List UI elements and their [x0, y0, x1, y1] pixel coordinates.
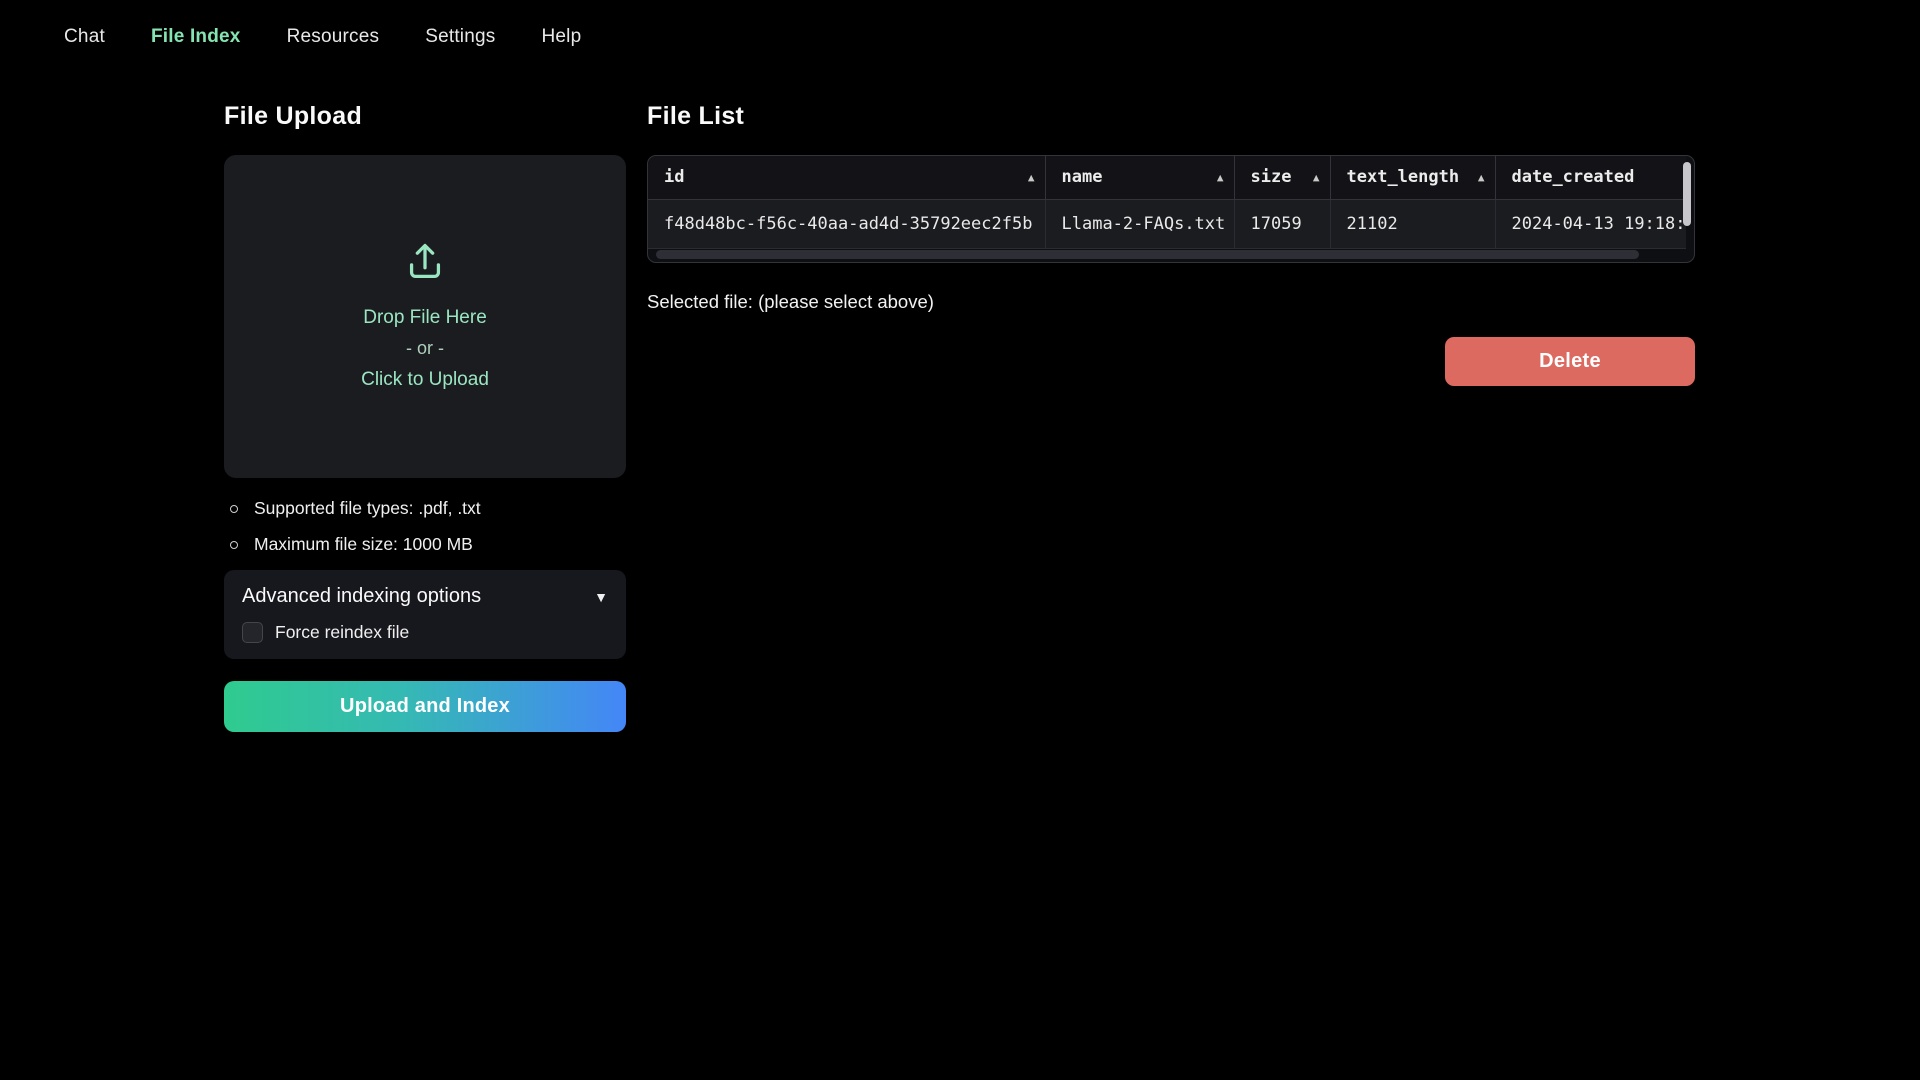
cell-size[interactable]: 17059 — [1234, 199, 1330, 248]
delete-button[interactable]: Delete — [1445, 337, 1695, 386]
upload-icon — [402, 239, 448, 290]
sort-asc-icon[interactable]: ▲ — [1028, 171, 1035, 184]
column-header-id[interactable]: id▲ — [648, 156, 1045, 199]
column-header-size[interactable]: size▲ — [1234, 156, 1330, 199]
tab-help[interactable]: Help — [541, 26, 581, 48]
sort-asc-icon[interactable]: ▲ — [1217, 171, 1224, 184]
file-dropzone[interactable]: Drop File Here - or - Click to Upload — [224, 155, 626, 478]
delete-button-row: Delete — [647, 337, 1695, 386]
force-reindex-label: Force reindex file — [275, 622, 409, 643]
file-list-title: File List — [647, 102, 1695, 131]
table-vertical-scrollbar[interactable] — [1683, 162, 1691, 226]
dropzone-drop-text: Drop File Here — [363, 302, 487, 333]
selected-file-status: Selected file: (please select above) — [647, 291, 1695, 313]
cell-name[interactable]: Llama-2-FAQs.txt — [1045, 199, 1234, 248]
table-hscroll-track — [648, 248, 1694, 262]
cell-id[interactable]: f48d48bc-f56c-40aa-ad4d-35792eec2f5b — [648, 199, 1045, 248]
top-nav: Chat File Index Resources Settings Help — [64, 26, 581, 48]
note-supported-types: Supported file types: .pdf, .txt — [230, 498, 626, 519]
file-upload-title: File Upload — [224, 102, 626, 131]
tab-chat[interactable]: Chat — [64, 26, 105, 48]
tab-resources[interactable]: Resources — [287, 26, 380, 48]
click-to-upload-link[interactable]: Click to Upload — [361, 364, 489, 395]
cell-text-length[interactable]: 21102 — [1330, 199, 1495, 248]
column-header-text-length[interactable]: text_length▲ — [1330, 156, 1495, 199]
note-max-size: Maximum file size: 1000 MB — [230, 534, 626, 555]
table-header-row: id▲ name▲ size▲ text_length▲ date_create… — [648, 156, 1686, 199]
file-table-container: id▲ name▲ size▲ text_length▲ date_create… — [647, 155, 1695, 263]
table-row[interactable]: f48d48bc-f56c-40aa-ad4d-35792eec2f5b Lla… — [648, 199, 1686, 248]
upload-and-index-button[interactable]: Upload and Index — [224, 681, 626, 732]
sort-asc-icon[interactable]: ▲ — [1478, 171, 1485, 184]
bullet-icon — [230, 541, 238, 549]
dropzone-or-text: - or - — [406, 333, 444, 364]
sort-asc-icon[interactable]: ▲ — [1313, 171, 1320, 184]
column-header-date-created[interactable]: date_created — [1495, 156, 1686, 199]
advanced-options-title: Advanced indexing options — [242, 585, 481, 608]
chevron-down-icon[interactable]: ▼ — [594, 589, 608, 605]
force-reindex-row[interactable]: Force reindex file — [242, 622, 608, 643]
cell-date-created[interactable]: 2024-04-13 19:18: — [1495, 199, 1686, 248]
advanced-options-panel: Advanced indexing options ▼ Force reinde… — [224, 570, 626, 659]
table-horizontal-scrollbar[interactable] — [656, 250, 1639, 259]
file-table: id▲ name▲ size▲ text_length▲ date_create… — [648, 156, 1686, 249]
file-list-section: File List id▲ name▲ size▲ t — [647, 80, 1695, 386]
tab-settings[interactable]: Settings — [425, 26, 495, 48]
advanced-options-header[interactable]: Advanced indexing options ▼ — [242, 585, 608, 608]
tab-file-index[interactable]: File Index — [151, 26, 241, 48]
file-upload-section: File Upload Drop File Here - or - Click … — [224, 80, 626, 732]
upload-notes: Supported file types: .pdf, .txt Maximum… — [224, 498, 626, 555]
force-reindex-checkbox[interactable] — [242, 622, 263, 643]
column-header-name[interactable]: name▲ — [1045, 156, 1234, 199]
bullet-icon — [230, 505, 238, 513]
